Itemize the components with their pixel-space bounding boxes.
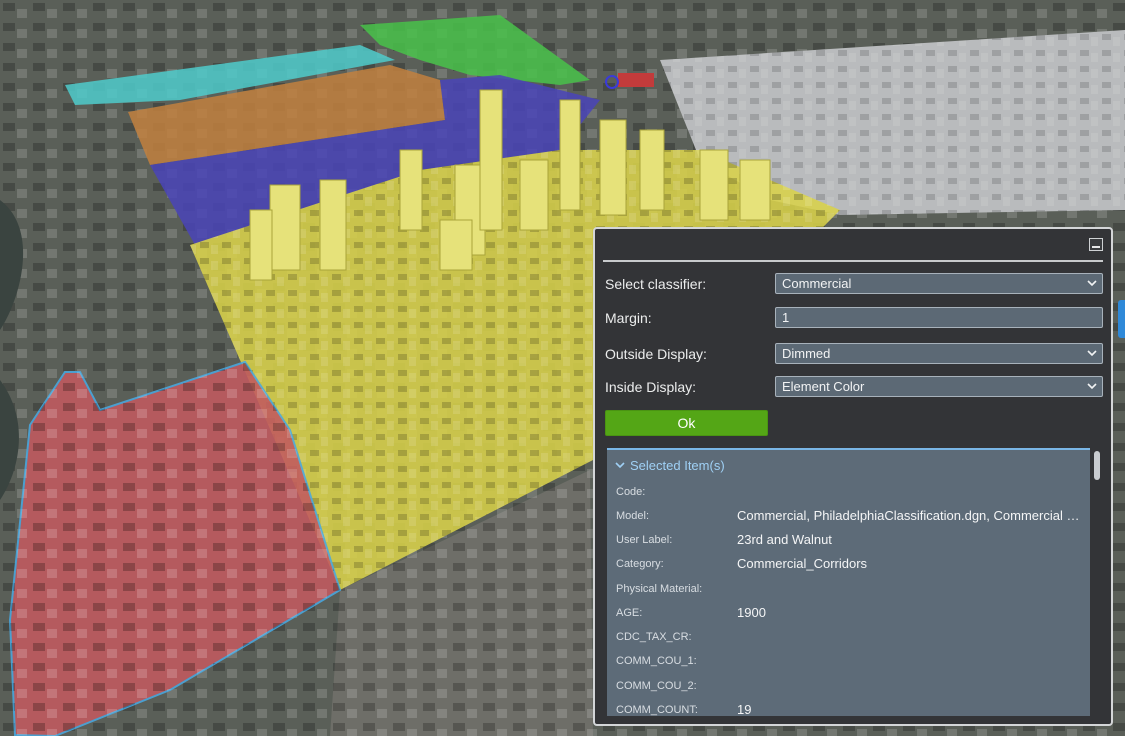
property-value: Commercial_Corridors <box>737 556 868 571</box>
inside-display-value: Element Color <box>782 379 865 394</box>
margin-label: Margin: <box>605 310 652 326</box>
property-key: Physical Material: <box>616 583 703 595</box>
property-row: Code: <box>616 484 1086 502</box>
property-key: COMM_COU_1: <box>616 655 697 667</box>
property-row: COMM_COU_1: <box>616 653 1086 671</box>
outside-display-select[interactable]: Dimmed <box>775 343 1103 364</box>
property-value: 19 <box>737 702 752 716</box>
property-value: Commercial, PhiladelphiaClassification.d… <box>737 508 1082 523</box>
property-value: 23rd and Walnut <box>737 532 832 547</box>
selected-items-header[interactable]: Selected Item(s) <box>615 458 725 473</box>
classifier-select[interactable]: Commercial <box>775 273 1103 294</box>
outside-display-row: Outside Display: Dimmed <box>605 343 1103 365</box>
panel-header <box>603 229 1103 262</box>
outside-display-value: Dimmed <box>782 346 831 361</box>
scroll-thumb[interactable] <box>1094 451 1100 480</box>
property-key: COMM_COUNT: <box>616 704 698 716</box>
outside-display-label: Outside Display: <box>605 346 707 362</box>
property-row: Model: Commercial, PhiladelphiaClassific… <box>616 508 1086 526</box>
property-key: COMM_COU_2: <box>616 680 697 692</box>
minimize-icon[interactable] <box>1089 238 1103 251</box>
map-marker <box>618 73 654 87</box>
property-row: Physical Material: <box>616 581 1086 599</box>
selected-items-title: Selected Item(s) <box>630 458 725 473</box>
chevron-down-icon <box>1087 280 1097 287</box>
margin-input[interactable]: 1 <box>775 307 1103 328</box>
property-row: CDC_TAX_CR: <box>616 629 1086 647</box>
inside-display-select[interactable]: Element Color <box>775 376 1103 397</box>
property-key: CDC_TAX_CR: <box>616 631 692 643</box>
properties-scrollbar[interactable] <box>1092 448 1102 716</box>
classifier-value: Commercial <box>782 276 852 291</box>
classifier-panel: Select classifier: Commercial Margin: 1 … <box>593 227 1113 726</box>
classifier-row: Select classifier: Commercial <box>605 273 1103 295</box>
ok-button[interactable]: Ok <box>605 410 768 436</box>
property-value: 1900 <box>737 605 766 620</box>
property-row: COMM_COU_2: <box>616 678 1086 696</box>
classifier-label: Select classifier: <box>605 276 707 292</box>
property-row: AGE: 1900 <box>616 605 1086 623</box>
selected-items-section[interactable]: Selected Item(s) Code: Model: Commercial… <box>607 448 1090 716</box>
inside-display-label: Inside Display: <box>605 379 697 395</box>
property-row: User Label: 23rd and Walnut <box>616 532 1086 550</box>
margin-row: Margin: 1 <box>605 307 1103 329</box>
margin-value: 1 <box>782 310 790 325</box>
chevron-down-icon <box>615 462 625 469</box>
property-key: AGE: <box>616 607 643 619</box>
property-row: Category: Commercial_Corridors <box>616 556 1086 574</box>
property-row: COMM_COUNT: 19 <box>616 702 1086 716</box>
chevron-down-icon <box>1087 383 1097 390</box>
property-key: Category: <box>616 558 664 570</box>
property-key: Model: <box>616 510 650 522</box>
chevron-down-icon <box>1087 350 1097 357</box>
side-panel-tab[interactable] <box>1118 300 1125 338</box>
property-key: User Label: <box>616 534 673 546</box>
property-key: Code: <box>616 486 646 498</box>
inside-display-row: Inside Display: Element Color <box>605 376 1103 398</box>
